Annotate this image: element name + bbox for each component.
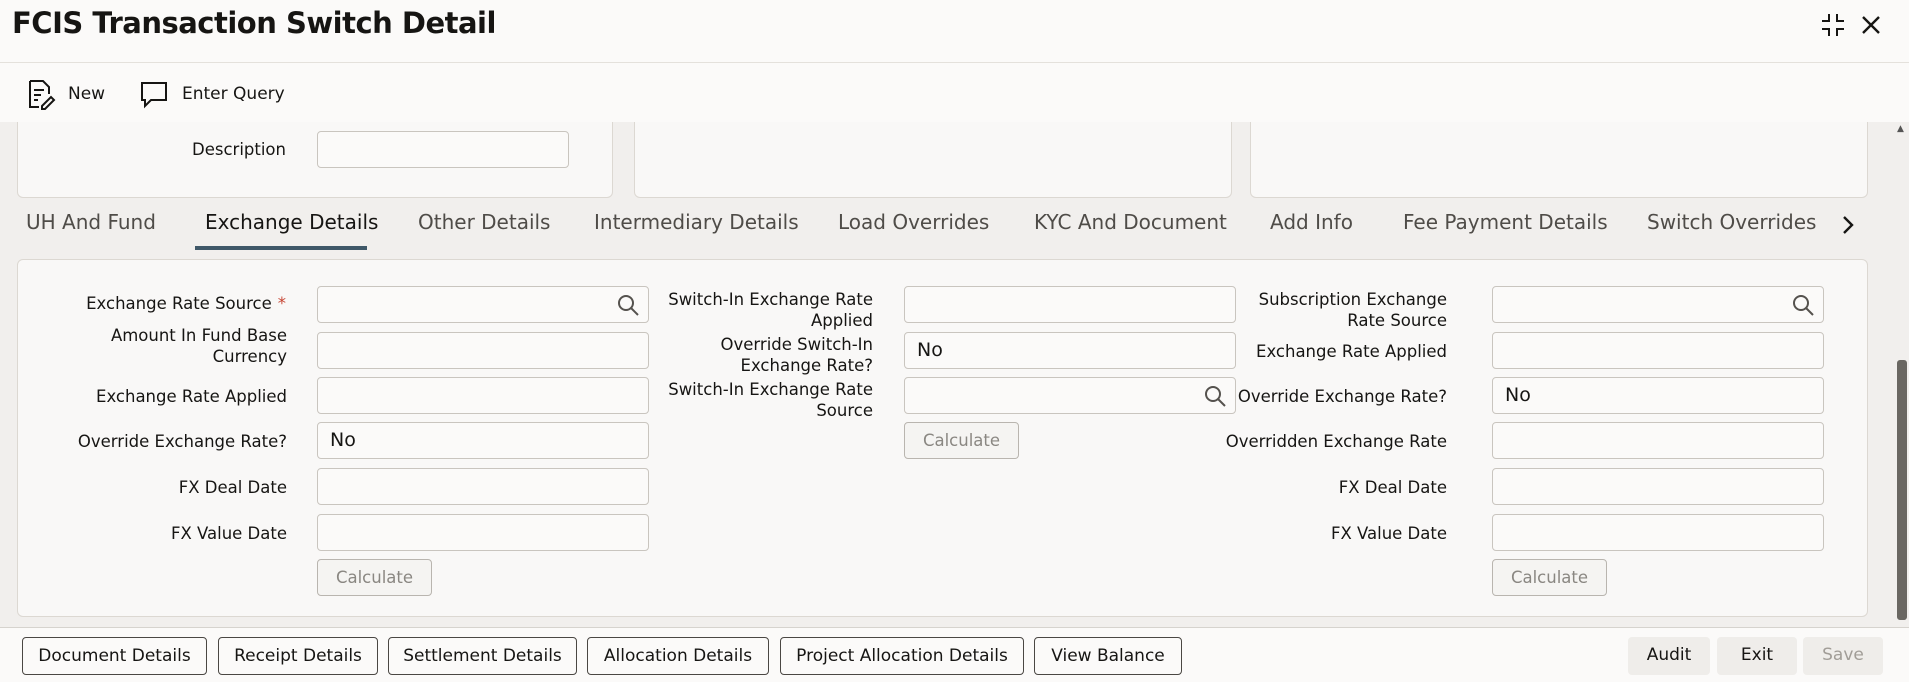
fx-deal-date-input[interactable] <box>1492 468 1824 505</box>
enter-query-label: Enter Query <box>182 84 285 104</box>
amount-fund-base-currency-label: Amount In Fund Base Currency <box>110 326 287 366</box>
fx-deal-date-label: FX Deal Date <box>1338 478 1447 497</box>
tab-fee-payment-details[interactable]: Fee Payment Details <box>1403 210 1608 234</box>
fx-value-date-label: FX Value Date <box>170 524 287 543</box>
subscription-exchange-rate-source-label: Subscription Exchange Rate Source <box>1258 290 1447 330</box>
overridden-exchange-rate-input[interactable] <box>1492 422 1824 459</box>
calculate-button[interactable]: Calculate <box>317 559 432 596</box>
description-input[interactable] <box>317 131 569 168</box>
exchange-rate-source-input[interactable] <box>317 286 649 323</box>
project-allocation-details-button[interactable]: Project Allocation Details <box>780 637 1024 675</box>
fx-value-date-input[interactable] <box>317 514 649 551</box>
new-document-icon <box>29 80 56 110</box>
main-content: Description UH And Fund Exchange Details… <box>0 122 1895 627</box>
audit-button[interactable]: Audit <box>1628 637 1710 675</box>
save-button[interactable]: Save <box>1803 637 1883 675</box>
required-mark: * <box>277 294 286 313</box>
fx-value-date-label: FX Value Date <box>1330 524 1447 543</box>
search-icon[interactable] <box>1791 293 1815 317</box>
fx-value-date-input[interactable] <box>1492 514 1824 551</box>
top-panel-right <box>1250 122 1868 198</box>
active-tab-indicator <box>195 246 367 250</box>
chat-query-icon <box>141 82 167 109</box>
allocation-details-button[interactable]: Allocation Details <box>587 637 769 675</box>
fx-deal-date-input[interactable] <box>317 468 649 505</box>
tab-bar: UH And Fund Exchange Details Other Detai… <box>0 200 1895 252</box>
exchange-rate-source-label: Exchange Rate Source * <box>86 294 286 313</box>
chevron-right-icon[interactable] <box>1833 210 1863 240</box>
override-exchange-rate-label: Override Exchange Rate? <box>1237 387 1447 406</box>
tab-exchange-details[interactable]: Exchange Details <box>205 210 378 234</box>
view-balance-button[interactable]: View Balance <box>1034 637 1182 675</box>
tab-other-details[interactable]: Other Details <box>418 210 550 234</box>
override-exchange-rate-select[interactable]: No <box>1492 377 1824 414</box>
close-icon[interactable] <box>1856 10 1886 40</box>
tab-intermediary-details[interactable]: Intermediary Details <box>594 210 799 234</box>
search-icon[interactable] <box>616 293 640 317</box>
page-title: FCIS Transaction Switch Detail <box>12 6 496 40</box>
settlement-details-button[interactable]: Settlement Details <box>388 637 577 675</box>
calculate-button[interactable]: Calculate <box>904 422 1019 459</box>
new-label: New <box>68 84 106 104</box>
scroll-up-arrow-icon[interactable]: ▲ <box>1897 124 1904 134</box>
override-exchange-rate-label: Override Exchange Rate? <box>77 432 287 451</box>
override-exchange-rate-select[interactable]: No <box>317 422 649 459</box>
tab-kyc-and-document[interactable]: KYC And Document <box>1034 210 1227 234</box>
subscription-exchange-rate-source-input[interactable] <box>1492 286 1824 323</box>
exit-button[interactable]: Exit <box>1717 637 1797 675</box>
description-label: Description <box>192 140 286 159</box>
new-button[interactable]: New <box>24 77 105 111</box>
override-switch-in-exchange-rate-label: Override Switch-In Exchange Rate? <box>720 335 873 375</box>
exchange-rate-applied-label: Exchange Rate Applied <box>1256 342 1447 361</box>
exchange-rate-applied-input[interactable] <box>317 377 649 414</box>
calculate-button[interactable]: Calculate <box>1492 559 1607 596</box>
tab-add-info[interactable]: Add Info <box>1270 210 1353 234</box>
switch-in-exchange-rate-source-label: Switch-In Exchange Rate Source <box>668 380 873 420</box>
top-panel-middle <box>634 122 1232 198</box>
override-switch-in-exchange-rate-select[interactable]: No <box>904 332 1236 369</box>
tab-switch-overrides[interactable]: Switch Overrides <box>1647 210 1816 234</box>
exchange-rate-applied-label: Exchange Rate Applied <box>96 387 287 406</box>
scrollbar-thumb[interactable] <box>1897 360 1907 620</box>
switch-in-exchange-rate-applied-input[interactable] <box>904 286 1236 323</box>
fx-deal-date-label: FX Deal Date <box>178 478 287 497</box>
amount-fund-base-currency-input[interactable] <box>317 332 649 369</box>
minimize-icon[interactable] <box>1818 10 1848 40</box>
document-details-button[interactable]: Document Details <box>22 637 207 675</box>
switch-in-exchange-rate-source-input[interactable] <box>904 377 1236 414</box>
top-panel-left: Description <box>17 122 613 198</box>
overridden-exchange-rate-label: Overridden Exchange Rate <box>1225 432 1447 451</box>
receipt-details-button[interactable]: Receipt Details <box>218 637 378 675</box>
switch-in-exchange-rate-applied-label: Switch-In Exchange Rate Applied <box>668 290 873 330</box>
tab-uh-and-fund[interactable]: UH And Fund <box>26 210 156 234</box>
toolbar: New Enter Query <box>0 63 1909 122</box>
search-icon[interactable] <box>1203 384 1227 408</box>
window-header: FCIS Transaction Switch Detail <box>0 0 1909 63</box>
enter-query-button[interactable]: Enter Query <box>138 77 285 111</box>
exchange-rate-applied-input[interactable] <box>1492 332 1824 369</box>
footer-bar: Document Details Receipt Details Settlem… <box>0 627 1909 682</box>
tab-load-overrides[interactable]: Load Overrides <box>838 210 989 234</box>
